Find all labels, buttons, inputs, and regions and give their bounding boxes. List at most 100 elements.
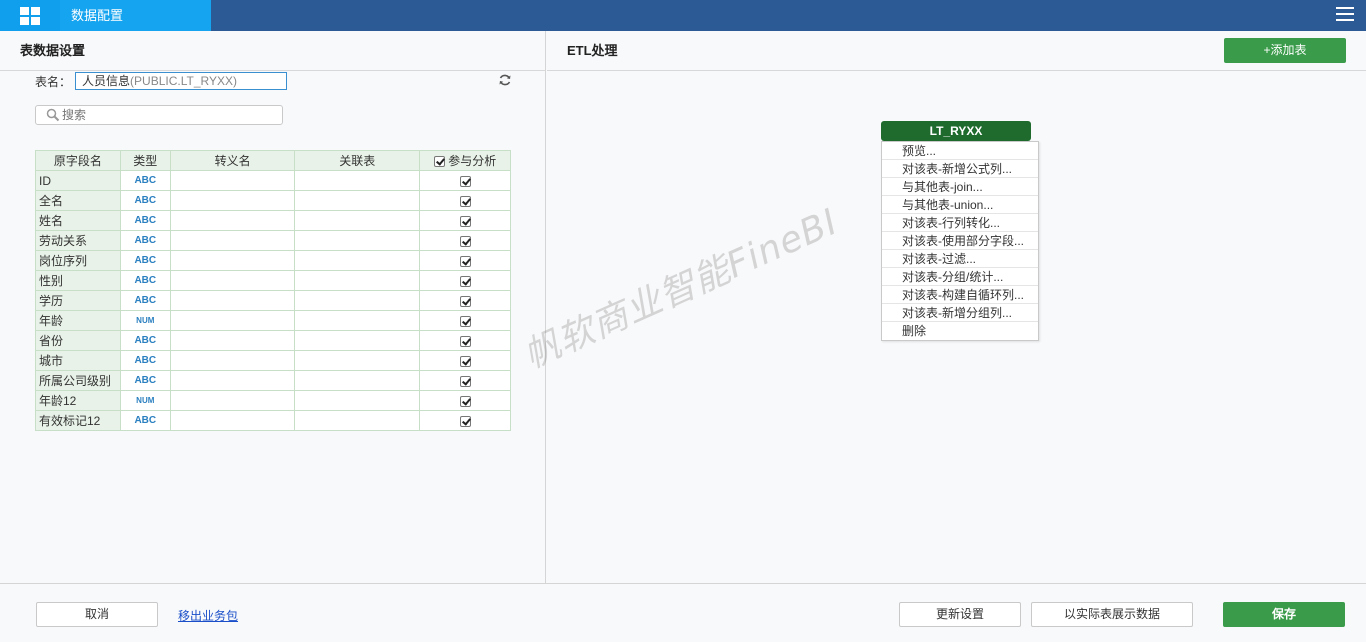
search-input[interactable] <box>62 108 262 122</box>
col-participate[interactable]: 参与分析 <box>419 150 511 171</box>
context-menu-item[interactable]: 对该表-分组/统计... <box>882 268 1038 286</box>
participate-checkbox[interactable] <box>459 195 471 207</box>
participate-cell <box>419 190 511 211</box>
field-related-cell[interactable] <box>294 270 421 291</box>
hamburger-icon[interactable] <box>1336 7 1354 23</box>
context-menu-item[interactable]: 删除 <box>882 322 1038 340</box>
field-related-cell[interactable] <box>294 230 421 251</box>
table-row: 姓名 ABC <box>35 210 511 231</box>
col-alias: 转义名 <box>169 150 296 171</box>
home-button[interactable] <box>0 0 60 31</box>
col-related-table: 关联表 <box>294 150 421 171</box>
context-menu: 预览... 对该表-新增公式列... 与其他表-join... 与其他表-union.… <box>881 141 1039 341</box>
col-original-name: 原字段名 <box>35 150 121 171</box>
field-related-cell[interactable] <box>294 350 421 371</box>
participate-cell <box>419 390 511 411</box>
context-menu-item[interactable]: 对该表-行列转化... <box>882 214 1038 232</box>
table-name-value: 人员信息 <box>82 74 131 88</box>
context-menu-item[interactable]: 对该表-过滤... <box>882 250 1038 268</box>
field-name: 全名 <box>35 190 121 211</box>
field-name: 学历 <box>35 290 121 311</box>
field-alias-cell[interactable] <box>169 350 296 371</box>
context-menu-item[interactable]: 对该表-使用部分字段... <box>882 232 1038 250</box>
field-name: 年龄 <box>35 310 121 331</box>
show-real-data-button[interactable]: 以实际表展示数据 <box>1031 602 1193 627</box>
col-participate-label: 参与分析 <box>448 154 497 168</box>
participate-checkbox[interactable] <box>459 295 471 307</box>
participate-checkbox[interactable] <box>459 235 471 247</box>
participate-checkbox[interactable] <box>459 375 471 387</box>
field-alias-cell[interactable] <box>169 310 296 331</box>
participate-cell <box>419 370 511 391</box>
field-related-cell[interactable] <box>294 390 421 411</box>
field-related-cell[interactable] <box>294 210 421 231</box>
participate-checkbox[interactable] <box>459 175 471 187</box>
grid-icon <box>20 6 40 25</box>
table-row: 年龄 NUM <box>35 310 511 331</box>
field-name: 劳动关系 <box>35 230 121 251</box>
participate-checkbox[interactable] <box>459 355 471 367</box>
update-settings-button[interactable]: 更新设置 <box>899 602 1021 627</box>
participate-cell <box>419 290 511 311</box>
field-related-cell[interactable] <box>294 310 421 331</box>
table-row: 岗位序列 ABC <box>35 250 511 271</box>
table-row: 省份 ABC <box>35 330 511 351</box>
add-table-button[interactable]: +添加表 <box>1224 38 1346 63</box>
field-type: ABC <box>119 290 171 311</box>
participate-checkbox[interactable] <box>459 335 471 347</box>
field-alias-cell[interactable] <box>169 330 296 351</box>
etl-table-node[interactable]: LT_RYXX <box>881 121 1031 141</box>
field-alias-cell[interactable] <box>169 290 296 311</box>
field-alias-cell[interactable] <box>169 250 296 271</box>
field-name: 性别 <box>35 270 121 291</box>
participate-checkbox[interactable] <box>459 255 471 267</box>
context-menu-item[interactable]: 与其他表-union... <box>882 196 1038 214</box>
participate-checkbox[interactable] <box>459 315 471 327</box>
field-alias-cell[interactable] <box>169 210 296 231</box>
field-alias-cell[interactable] <box>169 190 296 211</box>
field-name: 有效标记12 <box>35 410 121 431</box>
field-related-cell[interactable] <box>294 330 421 351</box>
table-row: 全名 ABC <box>35 190 511 211</box>
table-header-row: 原字段名 类型 转义名 关联表 参与分析 <box>35 150 511 171</box>
field-related-cell[interactable] <box>294 290 421 311</box>
field-related-cell[interactable] <box>294 410 421 431</box>
remove-from-package-link[interactable]: 移出业务包 <box>178 607 238 624</box>
table-name-row: 表名： 人员信息(PUBLIC.LT_RYXX) <box>35 72 288 90</box>
participate-checkbox[interactable] <box>459 395 471 407</box>
participate-cell <box>419 330 511 351</box>
participate-checkbox[interactable] <box>459 415 471 427</box>
participate-checkbox[interactable] <box>459 275 471 287</box>
cancel-button[interactable]: 取消 <box>36 602 158 627</box>
search-box[interactable] <box>35 105 283 125</box>
field-related-cell[interactable] <box>294 370 421 391</box>
context-menu-item[interactable]: 对该表-新增公式列... <box>882 160 1038 178</box>
table-name-input[interactable]: 人员信息(PUBLIC.LT_RYXX) <box>75 72 288 90</box>
field-alias-cell[interactable] <box>169 230 296 251</box>
field-alias-cell[interactable] <box>169 170 296 191</box>
table-row: 城市 ABC <box>35 350 511 371</box>
field-type: ABC <box>119 210 171 231</box>
participate-cell <box>419 170 511 191</box>
top-bar: 数据配置 <box>0 0 1366 31</box>
field-related-cell[interactable] <box>294 250 421 271</box>
field-alias-cell[interactable] <box>169 370 296 391</box>
refresh-icon[interactable] <box>498 73 512 87</box>
tab-data-config[interactable]: 数据配置 <box>60 0 211 31</box>
save-button[interactable]: 保存 <box>1223 602 1345 627</box>
context-menu-item[interactable]: 对该表-构建自循环列... <box>882 286 1038 304</box>
table-row: ID ABC <box>35 170 511 191</box>
field-name: 年龄12 <box>35 390 121 411</box>
context-menu-item[interactable]: 预览... <box>882 142 1038 160</box>
field-related-cell[interactable] <box>294 170 421 191</box>
field-alias-cell[interactable] <box>169 270 296 291</box>
field-alias-cell[interactable] <box>169 390 296 411</box>
fields-table: 原字段名 类型 转义名 关联表 参与分析 ID ABC 全名 ABC 姓名 ABC 劳动关系… <box>35 150 511 431</box>
select-all-checkbox[interactable] <box>433 156 445 168</box>
participate-cell <box>419 310 511 331</box>
field-alias-cell[interactable] <box>169 410 296 431</box>
context-menu-item[interactable]: 对该表-新增分组列... <box>882 304 1038 322</box>
context-menu-item[interactable]: 与其他表-join... <box>882 178 1038 196</box>
field-related-cell[interactable] <box>294 190 421 211</box>
participate-checkbox[interactable] <box>459 215 471 227</box>
